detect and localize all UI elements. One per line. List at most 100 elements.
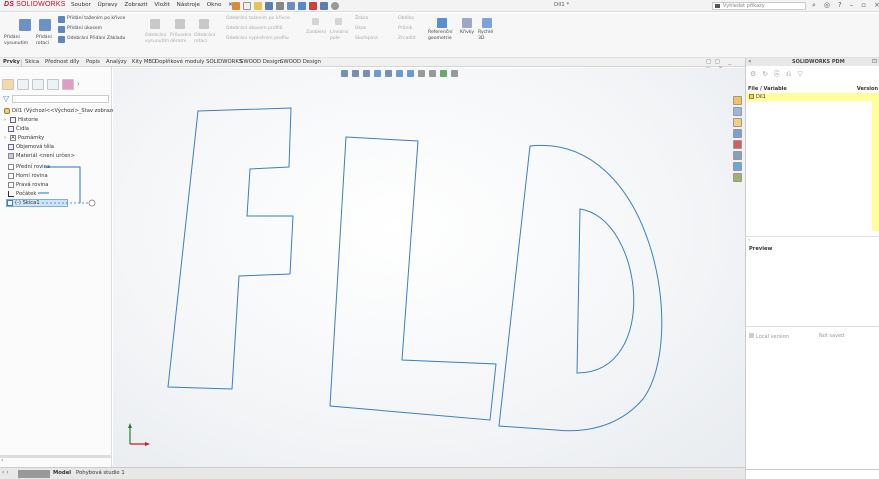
tab-popis[interactable]: Popis (86, 59, 100, 65)
undo-checkout-icon[interactable]: ⎌ (786, 70, 792, 79)
ribbon-instant3d[interactable]: Rychlé 3D (478, 30, 493, 41)
sketch-letter-d-inner[interactable] (576, 208, 635, 374)
ribbon-swept-cut[interactable]: Odebrání tažením po křivce (226, 16, 290, 22)
sketch-letter-f[interactable] (167, 107, 294, 390)
tree-node-solid-bodies[interactable]: Objemová těla (8, 143, 54, 151)
ribbon-sweep[interactable]: Přidání tažením po křivce (67, 16, 125, 22)
custom-properties-icon[interactable] (733, 151, 742, 160)
menu-nastroje[interactable]: Nástroje (177, 2, 200, 8)
revolved-cut-icon[interactable] (199, 19, 209, 29)
ribbon-item-extrude[interactable]: Přidání vysunutím (4, 35, 28, 46)
tab-scroll-icons[interactable]: ‹ › (2, 469, 9, 476)
fillet-icon[interactable] (312, 18, 319, 25)
tab-kity-mbd[interactable]: Kity MBD (132, 59, 156, 65)
search-input[interactable]: Vyhledat příkazy (712, 2, 806, 10)
menu-soubor[interactable]: Soubor (71, 2, 91, 8)
ribbon-curves[interactable]: Křivky (460, 30, 474, 36)
tree-node-material[interactable]: Materiál <není určen> (8, 152, 75, 160)
column-version[interactable]: Version (857, 86, 878, 92)
configuration-manager-tab-icon[interactable] (32, 78, 44, 90)
linear-pattern-icon[interactable] (335, 18, 342, 25)
menu-vlozit[interactable]: Vložit (154, 2, 170, 8)
solidworks-logo[interactable]: DS SOLIDWORKS (4, 1, 66, 8)
expand-icon[interactable]: › (4, 116, 8, 124)
ribbon-item-revolve[interactable]: Přidání rotací (36, 35, 52, 46)
curves-icon[interactable] (462, 18, 472, 28)
ribbon-rib[interactable]: Žebro (355, 16, 369, 22)
tab-swood-design-2[interactable]: SWOOD Design (280, 59, 321, 65)
tab-model[interactable]: Model (53, 470, 71, 476)
view-palette-icon[interactable] (733, 129, 742, 138)
hole-wizard-icon[interactable] (175, 19, 185, 29)
property-manager-tab-icon[interactable] (17, 78, 29, 90)
ribbon-hole[interactable]: Průvodce děrami (170, 33, 191, 44)
ribbon-fillet[interactable]: Zaoblení (306, 30, 326, 36)
tree-node-origin[interactable]: Počátek (8, 190, 36, 198)
tab-analyzy[interactable]: Analýzy (106, 59, 127, 65)
new-icon[interactable] (243, 2, 251, 10)
ribbon-cut[interactable]: Odebrání vysunutím (145, 33, 169, 44)
expand-icon[interactable]: › (4, 134, 8, 142)
left-panel-scrollbar[interactable] (0, 455, 112, 458)
open-icon[interactable] (254, 2, 262, 10)
tab-3d-views[interactable] (18, 470, 50, 478)
dimxpert-tab-icon[interactable] (47, 78, 59, 90)
design-library-icon[interactable] (733, 107, 742, 116)
collapse-icon[interactable]: « (748, 58, 752, 65)
extruded-cut-icon[interactable] (150, 19, 160, 29)
pdm-horizontal-scrollbar[interactable]: ‹ (746, 236, 879, 243)
tree-node-sensors[interactable]: Čidla (8, 125, 29, 133)
refresh-icon[interactable]: ↻ (762, 70, 768, 79)
rebuild-icon[interactable] (309, 2, 317, 10)
file-explorer-icon[interactable] (733, 118, 742, 127)
tree-node-front-plane[interactable]: Přední rovina (8, 163, 50, 171)
display-manager-tab-icon[interactable] (62, 78, 74, 90)
tree-node-annotations[interactable]: › A Poznámky (4, 134, 44, 142)
restore-button[interactable]: ▫ (861, 1, 866, 10)
sketch-letter-d-outer[interactable] (498, 145, 663, 432)
ribbon-reference-geometry[interactable]: Referenční geometrie (428, 30, 453, 41)
menu-upravy[interactable]: Úpravy (98, 2, 118, 8)
sketch-fld[interactable] (113, 68, 745, 467)
check-in-icon[interactable]: ⚙ (750, 70, 756, 79)
ribbon-draft[interactable]: Úkos (355, 26, 366, 32)
filter-input[interactable] (12, 95, 109, 103)
feature-tree-tab-icon[interactable] (2, 78, 14, 90)
ribbon-lofted-cut[interactable]: Odebrání úkosem profilů (226, 26, 283, 32)
scroll-left-icon[interactable]: ‹ (1, 457, 3, 464)
tree-node-sketch1[interactable]: (-) Skica1 (6, 199, 68, 207)
ribbon-boundary[interactable]: Odebrání Přidání Základu (67, 36, 125, 42)
tree-node-top-plane[interactable]: Horní rovina (8, 172, 48, 180)
ribbon-intersect[interactable]: Průnik (398, 26, 412, 32)
solidworks-resources-icon[interactable] (733, 96, 742, 105)
ribbon-loft[interactable]: Přidání úkosem (67, 26, 102, 32)
tab-prvky[interactable]: Prvky (3, 59, 20, 65)
pdm-file-row[interactable]: Díl1 (746, 93, 879, 101)
pdm-icon[interactable] (733, 162, 742, 171)
options-icon[interactable] (331, 2, 339, 10)
extrude-boss-icon[interactable] (19, 19, 31, 31)
ribbon-linear-pattern[interactable]: Lineární pole (330, 30, 348, 41)
check-out-icon[interactable]: ⎘ (774, 70, 780, 79)
ribbon-shell[interactable]: Skořepina (355, 36, 378, 42)
menu-okno[interactable]: Okno (207, 2, 222, 8)
ribbon-mirror[interactable]: Zrcadlit (398, 36, 416, 42)
home-icon[interactable] (232, 2, 240, 10)
menu-zobrazit[interactable]: Zobrazit (124, 2, 147, 8)
print-icon[interactable] (276, 2, 284, 10)
tab-skica[interactable]: Skica (25, 59, 39, 65)
filter-icon[interactable]: ▽ (3, 94, 9, 103)
user-icon[interactable]: ◎ (824, 1, 830, 10)
ribbon-revolved-cut[interactable]: Odebrání rotací (194, 33, 215, 44)
select-icon[interactable] (298, 2, 306, 10)
tree-node-history[interactable]: › Historie (4, 116, 38, 124)
reference-geometry-icon[interactable] (437, 18, 447, 28)
tab-doplnkove-moduly[interactable]: Doplňkové moduly SOLIDWORKS (155, 59, 242, 65)
filter-icon[interactable]: ▽ (797, 70, 802, 79)
close-button[interactable]: × (874, 1, 879, 10)
pin-icon[interactable]: ⊡ (872, 58, 877, 65)
tab-plechove-dily[interactable]: Přednost díly (45, 59, 79, 65)
minimize-button[interactable]: – (850, 1, 854, 10)
tab-motion-study[interactable]: Pohybová studie 1 (76, 470, 125, 476)
ribbon-wrap[interactable]: Obálka (398, 16, 414, 22)
